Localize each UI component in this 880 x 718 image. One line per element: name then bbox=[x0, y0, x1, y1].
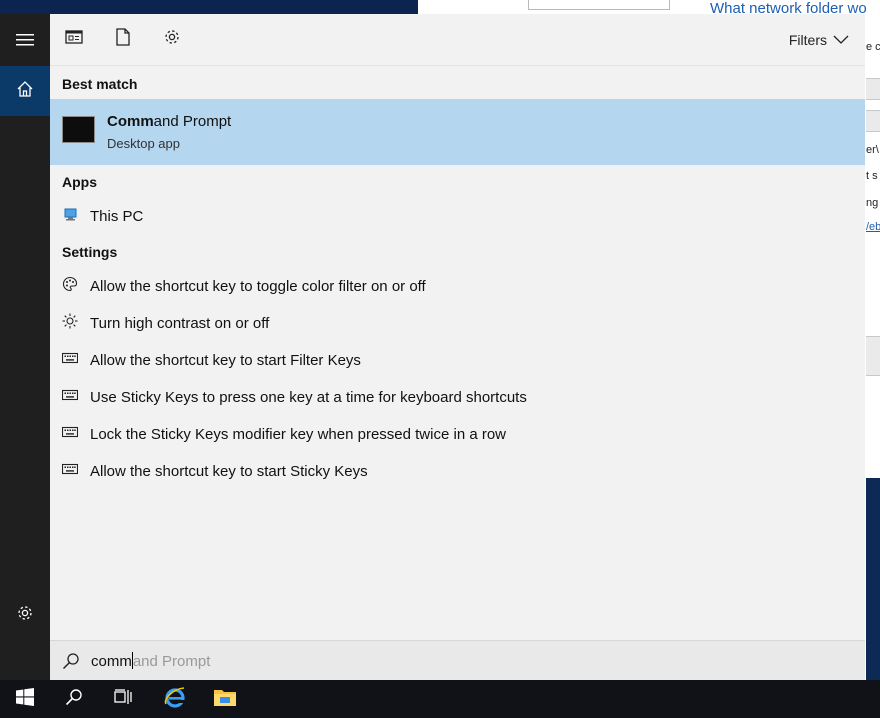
hamburger-icon bbox=[16, 33, 34, 52]
setting-label: Allow the shortcut key to toggle color f… bbox=[90, 277, 426, 295]
background-field bbox=[866, 110, 880, 132]
setting-result[interactable]: Allow the shortcut key to toggle color f… bbox=[50, 269, 865, 303]
windows-start-icon bbox=[16, 687, 34, 711]
setting-label: Allow the shortcut key to start Sticky K… bbox=[90, 462, 368, 480]
setting-result[interactable]: Lock the Sticky Keys modifier key when p… bbox=[50, 417, 865, 451]
filters-dropdown[interactable]: Filters bbox=[789, 32, 849, 48]
internet-explorer-button[interactable] bbox=[151, 680, 199, 718]
background-breadcrumb bbox=[528, 0, 670, 10]
file-explorer-button[interactable] bbox=[201, 680, 249, 718]
palette-icon bbox=[62, 276, 78, 297]
filters-label: Filters bbox=[788, 32, 827, 48]
search-query: comm bbox=[91, 653, 132, 670]
setting-result[interactable]: Allow the shortcut key to start Filter K… bbox=[50, 343, 865, 377]
expand-menu-button[interactable] bbox=[0, 17, 50, 67]
this-pc-icon bbox=[62, 206, 78, 227]
best-match-result[interactable]: Command Prompt Desktop app bbox=[50, 99, 865, 165]
gear-icon bbox=[163, 28, 181, 51]
background-panel bbox=[866, 336, 880, 376]
background-text-fragment: ng bbox=[866, 197, 879, 209]
search-input[interactable]: command Prompt bbox=[91, 652, 210, 670]
search-toolbar: Filters bbox=[50, 14, 865, 66]
app-result-this-pc[interactable]: This PC bbox=[50, 199, 865, 233]
file-explorer-icon bbox=[213, 687, 237, 712]
apps-heading: Apps bbox=[62, 174, 97, 190]
gear-icon bbox=[16, 604, 34, 627]
documents-scope-button[interactable] bbox=[111, 27, 135, 51]
start-button[interactable] bbox=[1, 680, 49, 718]
home-icon bbox=[16, 80, 34, 103]
brightness-icon bbox=[62, 313, 78, 334]
task-view-button[interactable] bbox=[99, 680, 147, 718]
best-match-heading: Best match bbox=[62, 76, 138, 92]
setting-label: Use Sticky Keys to press one key at a ti… bbox=[90, 388, 527, 406]
internet-explorer-icon bbox=[163, 685, 187, 714]
setting-result[interactable]: Turn high contrast on or off bbox=[50, 306, 865, 340]
keyboard-icon bbox=[61, 388, 79, 406]
taskbar bbox=[0, 680, 880, 718]
command-prompt-icon bbox=[62, 116, 95, 143]
background-text-fragment: er\ bbox=[866, 144, 879, 156]
search-autocomplete-hint: and Prompt bbox=[132, 653, 211, 670]
settings-button[interactable] bbox=[0, 590, 50, 640]
background-desktop bbox=[0, 0, 418, 14]
keyboard-icon bbox=[61, 462, 79, 480]
app-result-label: This PC bbox=[90, 207, 144, 225]
taskbar-search-button[interactable] bbox=[50, 680, 98, 718]
setting-result[interactable]: Use Sticky Keys to press one key at a ti… bbox=[50, 380, 865, 414]
background-text-fragment: t s bbox=[866, 170, 878, 182]
background-link-fragment[interactable]: /eb bbox=[866, 221, 880, 233]
keyboard-icon bbox=[61, 351, 79, 369]
settings-heading: Settings bbox=[62, 244, 118, 260]
document-icon bbox=[116, 27, 130, 51]
apps-scope-button[interactable] bbox=[62, 27, 86, 51]
background-text-fragment: e c bbox=[866, 41, 880, 53]
start-menu-rail bbox=[0, 14, 50, 680]
background-field bbox=[866, 78, 880, 100]
setting-label: Turn high contrast on or off bbox=[90, 314, 270, 332]
task-view-icon bbox=[114, 688, 132, 710]
search-icon bbox=[65, 688, 83, 711]
search-box[interactable]: command Prompt bbox=[50, 640, 865, 680]
document-preview-icon bbox=[65, 29, 83, 50]
chevron-down-icon bbox=[833, 32, 849, 48]
best-match-title: Command Prompt bbox=[107, 113, 232, 130]
search-results-panel: Filters Best match Command Prompt Deskto… bbox=[50, 14, 865, 680]
home-button[interactable] bbox=[0, 66, 50, 116]
best-match-subtitle: Desktop app bbox=[107, 136, 180, 151]
search-icon bbox=[62, 652, 80, 675]
setting-label: Lock the Sticky Keys modifier key when p… bbox=[90, 425, 507, 443]
setting-result[interactable]: Allow the shortcut key to start Sticky K… bbox=[50, 454, 865, 488]
keyboard-icon bbox=[61, 425, 79, 443]
settings-scope-button[interactable] bbox=[160, 27, 184, 51]
background-desktop-strip bbox=[866, 478, 880, 680]
setting-label: Allow the shortcut key to start Filter K… bbox=[90, 351, 361, 369]
